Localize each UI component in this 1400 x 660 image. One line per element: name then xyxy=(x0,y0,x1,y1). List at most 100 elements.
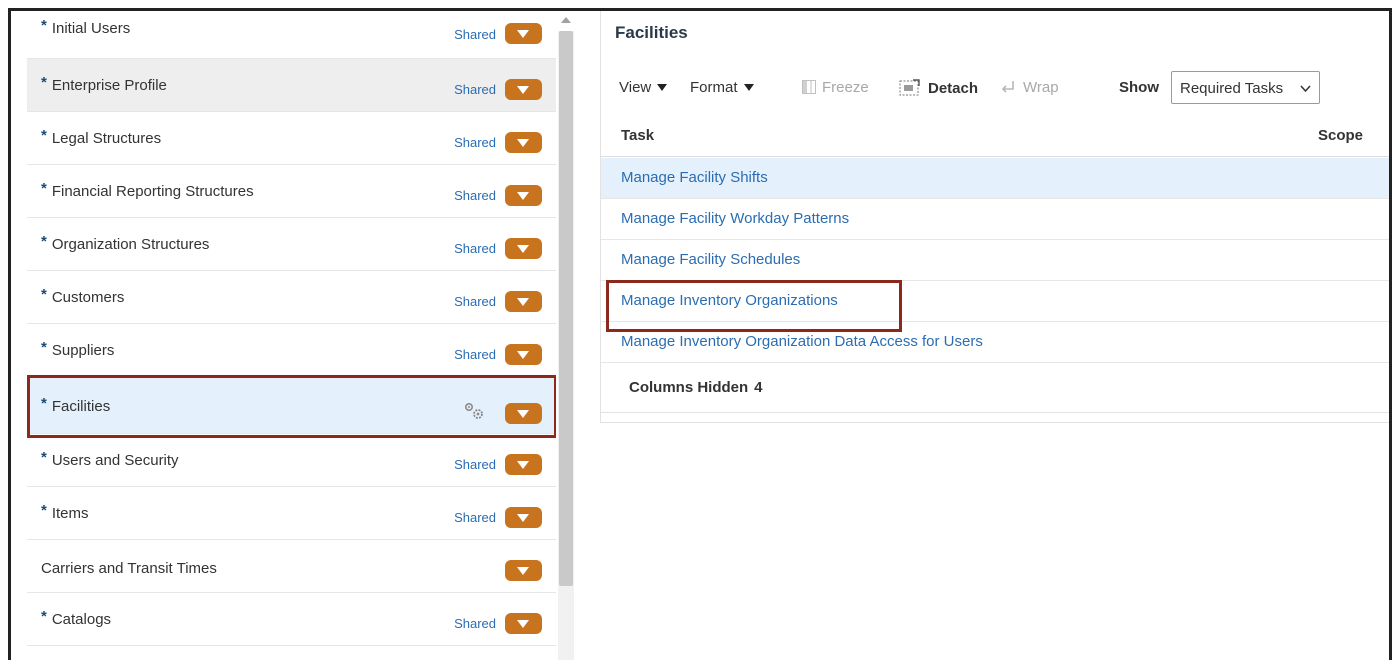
format-menu[interactable]: Format xyxy=(690,79,754,96)
setup-list: * Initial Users Shared * Enterprise Profil… xyxy=(27,11,556,660)
dropdown-button[interactable] xyxy=(505,23,542,44)
show-select[interactable]: Required Tasks xyxy=(1171,71,1320,104)
vertical-scrollbar[interactable] xyxy=(556,11,576,660)
task-link[interactable]: Manage Facility Schedules xyxy=(621,251,800,268)
setup-row-organization-structures[interactable]: * Organization Structures Shared xyxy=(27,218,556,271)
table-header: Task Scope xyxy=(601,115,1389,157)
row-label: Users and Security xyxy=(51,452,179,469)
table-row[interactable]: Manage Facility Shifts xyxy=(601,158,1389,199)
setup-row-users-security[interactable]: * Users and Security Shared xyxy=(27,434,556,487)
dropdown-button[interactable] xyxy=(505,507,542,528)
dropdown-button[interactable] xyxy=(505,560,542,581)
task-link[interactable]: Manage Facility Workday Patterns xyxy=(621,210,849,227)
row-label: Suppliers xyxy=(51,342,115,359)
row-label: Customers xyxy=(51,289,125,306)
required-marker: * xyxy=(41,74,47,91)
column-header-task[interactable]: Task xyxy=(621,127,654,144)
chevron-down-icon xyxy=(517,514,529,522)
chevron-down-icon xyxy=(517,620,529,628)
detail-panel: Facilities View Format Freeze Detach Wra… xyxy=(600,11,1389,423)
setup-row-facilities[interactable]: * Facilities xyxy=(27,377,556,434)
shared-badge: Shared xyxy=(454,241,496,256)
dropdown-button[interactable] xyxy=(505,403,542,424)
setup-row-initial-users[interactable]: * Initial Users Shared xyxy=(27,11,556,59)
row-label: Items xyxy=(51,505,89,522)
dropdown-button[interactable] xyxy=(505,185,542,206)
shared-badge: Shared xyxy=(454,347,496,362)
gears-icon[interactable] xyxy=(462,400,486,422)
dropdown-button[interactable] xyxy=(505,238,542,259)
detach-button[interactable]: Detach xyxy=(899,79,978,97)
table-row[interactable]: Manage Facility Schedules xyxy=(601,240,1389,281)
shared-badge: Shared xyxy=(454,27,496,42)
columns-hidden-count: 4 xyxy=(754,379,763,396)
scrollbar-thumb[interactable] xyxy=(559,31,573,586)
chevron-down-icon xyxy=(517,30,529,38)
setup-row-legal-structures[interactable]: * Legal Structures Shared xyxy=(27,112,556,165)
dropdown-button[interactable] xyxy=(505,79,542,100)
chevron-down-icon xyxy=(517,245,529,253)
row-label: Enterprise Profile xyxy=(51,77,167,94)
dropdown-button[interactable] xyxy=(505,344,542,365)
show-select-value: Required Tasks xyxy=(1180,80,1284,97)
required-marker: * xyxy=(41,180,47,197)
setup-row-catalogs[interactable]: * Catalogs Shared xyxy=(27,593,556,646)
required-marker: * xyxy=(41,339,47,356)
required-marker: * xyxy=(41,17,47,34)
setup-row-items[interactable]: * Items Shared xyxy=(27,487,556,540)
chevron-down-icon xyxy=(517,410,529,418)
shared-badge: Shared xyxy=(454,188,496,203)
chevron-down-icon xyxy=(517,192,529,200)
table-row[interactable]: Manage Inventory Organization Data Acces… xyxy=(601,322,1389,363)
dropdown-button[interactable] xyxy=(505,454,542,475)
chevron-down-icon xyxy=(517,461,529,469)
shared-badge: Shared xyxy=(454,82,496,97)
chevron-down-icon xyxy=(517,567,529,575)
dropdown-button[interactable] xyxy=(505,291,542,312)
table-row[interactable]: Manage Inventory Organizations xyxy=(601,281,1389,322)
task-link[interactable]: Manage Inventory Organizations xyxy=(621,292,838,309)
row-label: Financial Reporting Structures xyxy=(51,183,254,200)
shared-badge: Shared xyxy=(454,457,496,472)
setup-row-carriers[interactable]: Carriers and Transit Times xyxy=(27,540,556,593)
app-frame: * Initial Users Shared * Enterprise Profil… xyxy=(8,8,1392,660)
freeze-icon xyxy=(802,80,816,94)
panel-title: Facilities xyxy=(615,23,688,42)
shared-badge: Shared xyxy=(454,135,496,150)
task-link[interactable]: Manage Inventory Organization Data Acces… xyxy=(621,333,983,350)
row-label: Carriers and Transit Times xyxy=(41,560,217,577)
setup-row-financial-reporting[interactable]: * Financial Reporting Structures Shared xyxy=(27,165,556,218)
row-label: Organization Structures xyxy=(51,236,210,253)
columns-hidden-row: Columns Hidden 4 xyxy=(601,367,1389,413)
required-marker: * xyxy=(41,233,47,250)
dropdown-button[interactable] xyxy=(505,613,542,634)
shared-badge: Shared xyxy=(454,510,496,525)
column-header-scope[interactable]: Scope xyxy=(1318,127,1363,144)
table-toolbar: View Format Freeze Detach Wrap Show Requ… xyxy=(619,71,1379,105)
setup-row-enterprise-profile[interactable]: * Enterprise Profile Shared xyxy=(27,59,556,112)
row-label: Legal Structures xyxy=(51,130,162,147)
table-row[interactable]: Manage Facility Workday Patterns xyxy=(601,199,1389,240)
task-link[interactable]: Manage Facility Shifts xyxy=(621,169,768,186)
columns-hidden-label: Columns Hidden xyxy=(629,379,749,396)
required-marker: * xyxy=(41,449,47,466)
required-marker: * xyxy=(41,395,47,412)
view-menu[interactable]: View xyxy=(619,79,668,96)
setup-row-suppliers[interactable]: * Suppliers Shared xyxy=(27,324,556,377)
row-label: Catalogs xyxy=(51,611,112,628)
caret-down-icon xyxy=(657,84,668,91)
row-label: Initial Users xyxy=(51,20,131,37)
scroll-up-icon[interactable] xyxy=(561,17,571,23)
shared-badge: Shared xyxy=(454,294,496,309)
dropdown-button[interactable] xyxy=(505,132,542,153)
show-label: Show xyxy=(1119,79,1159,96)
setup-row-customers[interactable]: * Customers Shared xyxy=(27,271,556,324)
wrap-icon xyxy=(1001,81,1014,93)
detach-icon xyxy=(899,79,920,96)
chevron-down-icon xyxy=(517,139,529,147)
caret-down-icon xyxy=(743,84,754,91)
wrap-button[interactable]: Wrap xyxy=(1001,79,1059,96)
freeze-button[interactable]: Freeze xyxy=(802,79,869,96)
shared-badge: Shared xyxy=(454,616,496,631)
required-marker: * xyxy=(41,286,47,303)
